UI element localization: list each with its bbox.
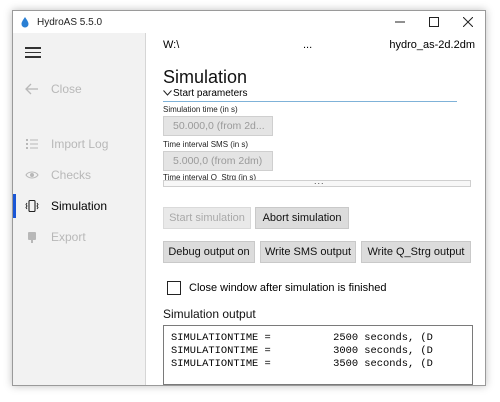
write-sms-output-button[interactable]: Write SMS output xyxy=(260,241,356,263)
time-interval-sms-label: Time interval SMS (in s) xyxy=(163,140,249,149)
simulation-time-value: 50.000,0 (from 2d... xyxy=(173,120,265,132)
abort-simulation-button[interactable]: Abort simulation xyxy=(255,207,349,229)
app-logo-icon xyxy=(19,16,31,28)
app-window: HydroAS 5.5.0 Close Import Log Checks Si… xyxy=(12,10,486,386)
eye-icon xyxy=(25,168,39,182)
write-qstrg-output-button[interactable]: Write Q_Strg output xyxy=(361,241,471,263)
path-ellipsis: ... xyxy=(303,39,313,51)
minimize-button[interactable] xyxy=(383,11,417,33)
path-filename: hydro_as-2d.2dm xyxy=(389,39,475,51)
title-bar: HydroAS 5.5.0 xyxy=(13,11,485,33)
chevron-down-icon xyxy=(163,88,173,99)
back-arrow-icon xyxy=(25,82,39,96)
path-drive: W:\ xyxy=(163,39,180,51)
expander-label: Start parameters xyxy=(173,88,248,99)
sidebar-item-label: Close xyxy=(51,82,82,96)
list-icon xyxy=(25,137,39,151)
window-title: HydroAS 5.5.0 xyxy=(37,16,103,28)
scroll-indicator: ... xyxy=(314,176,325,186)
sidebar-item-label: Import Log xyxy=(51,137,109,151)
close-window-checkbox[interactable] xyxy=(167,281,181,295)
sidebar-item-label: Checks xyxy=(51,168,92,182)
sidebar-item-close[interactable]: Close xyxy=(13,75,146,103)
sidebar-item-label: Simulation xyxy=(51,199,108,213)
parameters-scrollbar[interactable]: ... xyxy=(163,176,471,187)
sidebar-item-import-log[interactable]: Import Log xyxy=(13,130,146,158)
page-title: Simulation xyxy=(163,67,248,87)
output-line: SIMULATIONTIME = 3500 seconds, (D xyxy=(171,358,433,370)
maximize-icon xyxy=(429,17,439,27)
close-window-button[interactable] xyxy=(451,11,485,33)
time-interval-sms-field[interactable]: 5.000,0 (from 2dm) xyxy=(163,151,273,171)
debug-output-button[interactable]: Debug output on xyxy=(163,241,255,263)
main-panel: W:\ ... hydro_as-2d.2dm Simulation Start… xyxy=(147,33,485,385)
export-icon xyxy=(25,230,39,244)
maximize-button[interactable] xyxy=(417,11,451,33)
start-parameters-expander[interactable]: Start parameters xyxy=(163,88,457,102)
sidebar-item-export[interactable]: Export xyxy=(13,223,146,251)
simulation-time-field[interactable]: 50.000,0 (from 2d... xyxy=(163,116,273,136)
phone-vibrate-icon xyxy=(25,199,39,213)
simulation-time-label: Simulation time (in s) xyxy=(163,105,238,114)
sidebar: Close Import Log Checks Simulation Expor xyxy=(13,33,146,385)
close-window-option: Close window after simulation is finishe… xyxy=(167,281,386,295)
sidebar-item-simulation[interactable]: Simulation xyxy=(13,192,146,220)
simulation-output-log[interactable]: SIMULATIONTIME = 2500 seconds, (D SIMULAT… xyxy=(163,325,473,385)
sidebar-item-checks[interactable]: Checks xyxy=(13,161,146,189)
sidebar-item-label: Export xyxy=(51,230,86,244)
breadcrumb: W:\ ... hydro_as-2d.2dm xyxy=(163,39,481,55)
start-simulation-button[interactable]: Start simulation xyxy=(163,207,251,229)
output-line: SIMULATIONTIME = 2500 seconds, (D xyxy=(171,332,433,344)
close-window-checkbox-label: Close window after simulation is finishe… xyxy=(189,282,387,294)
output-line: SIMULATIONTIME = 3000 seconds, (D xyxy=(171,345,433,357)
minimize-icon xyxy=(395,21,405,23)
time-interval-sms-value: 5.000,0 (from 2dm) xyxy=(173,155,263,167)
simulation-output-title: Simulation output xyxy=(163,307,256,321)
close-icon xyxy=(463,17,473,27)
hamburger-menu-icon[interactable] xyxy=(25,47,41,59)
